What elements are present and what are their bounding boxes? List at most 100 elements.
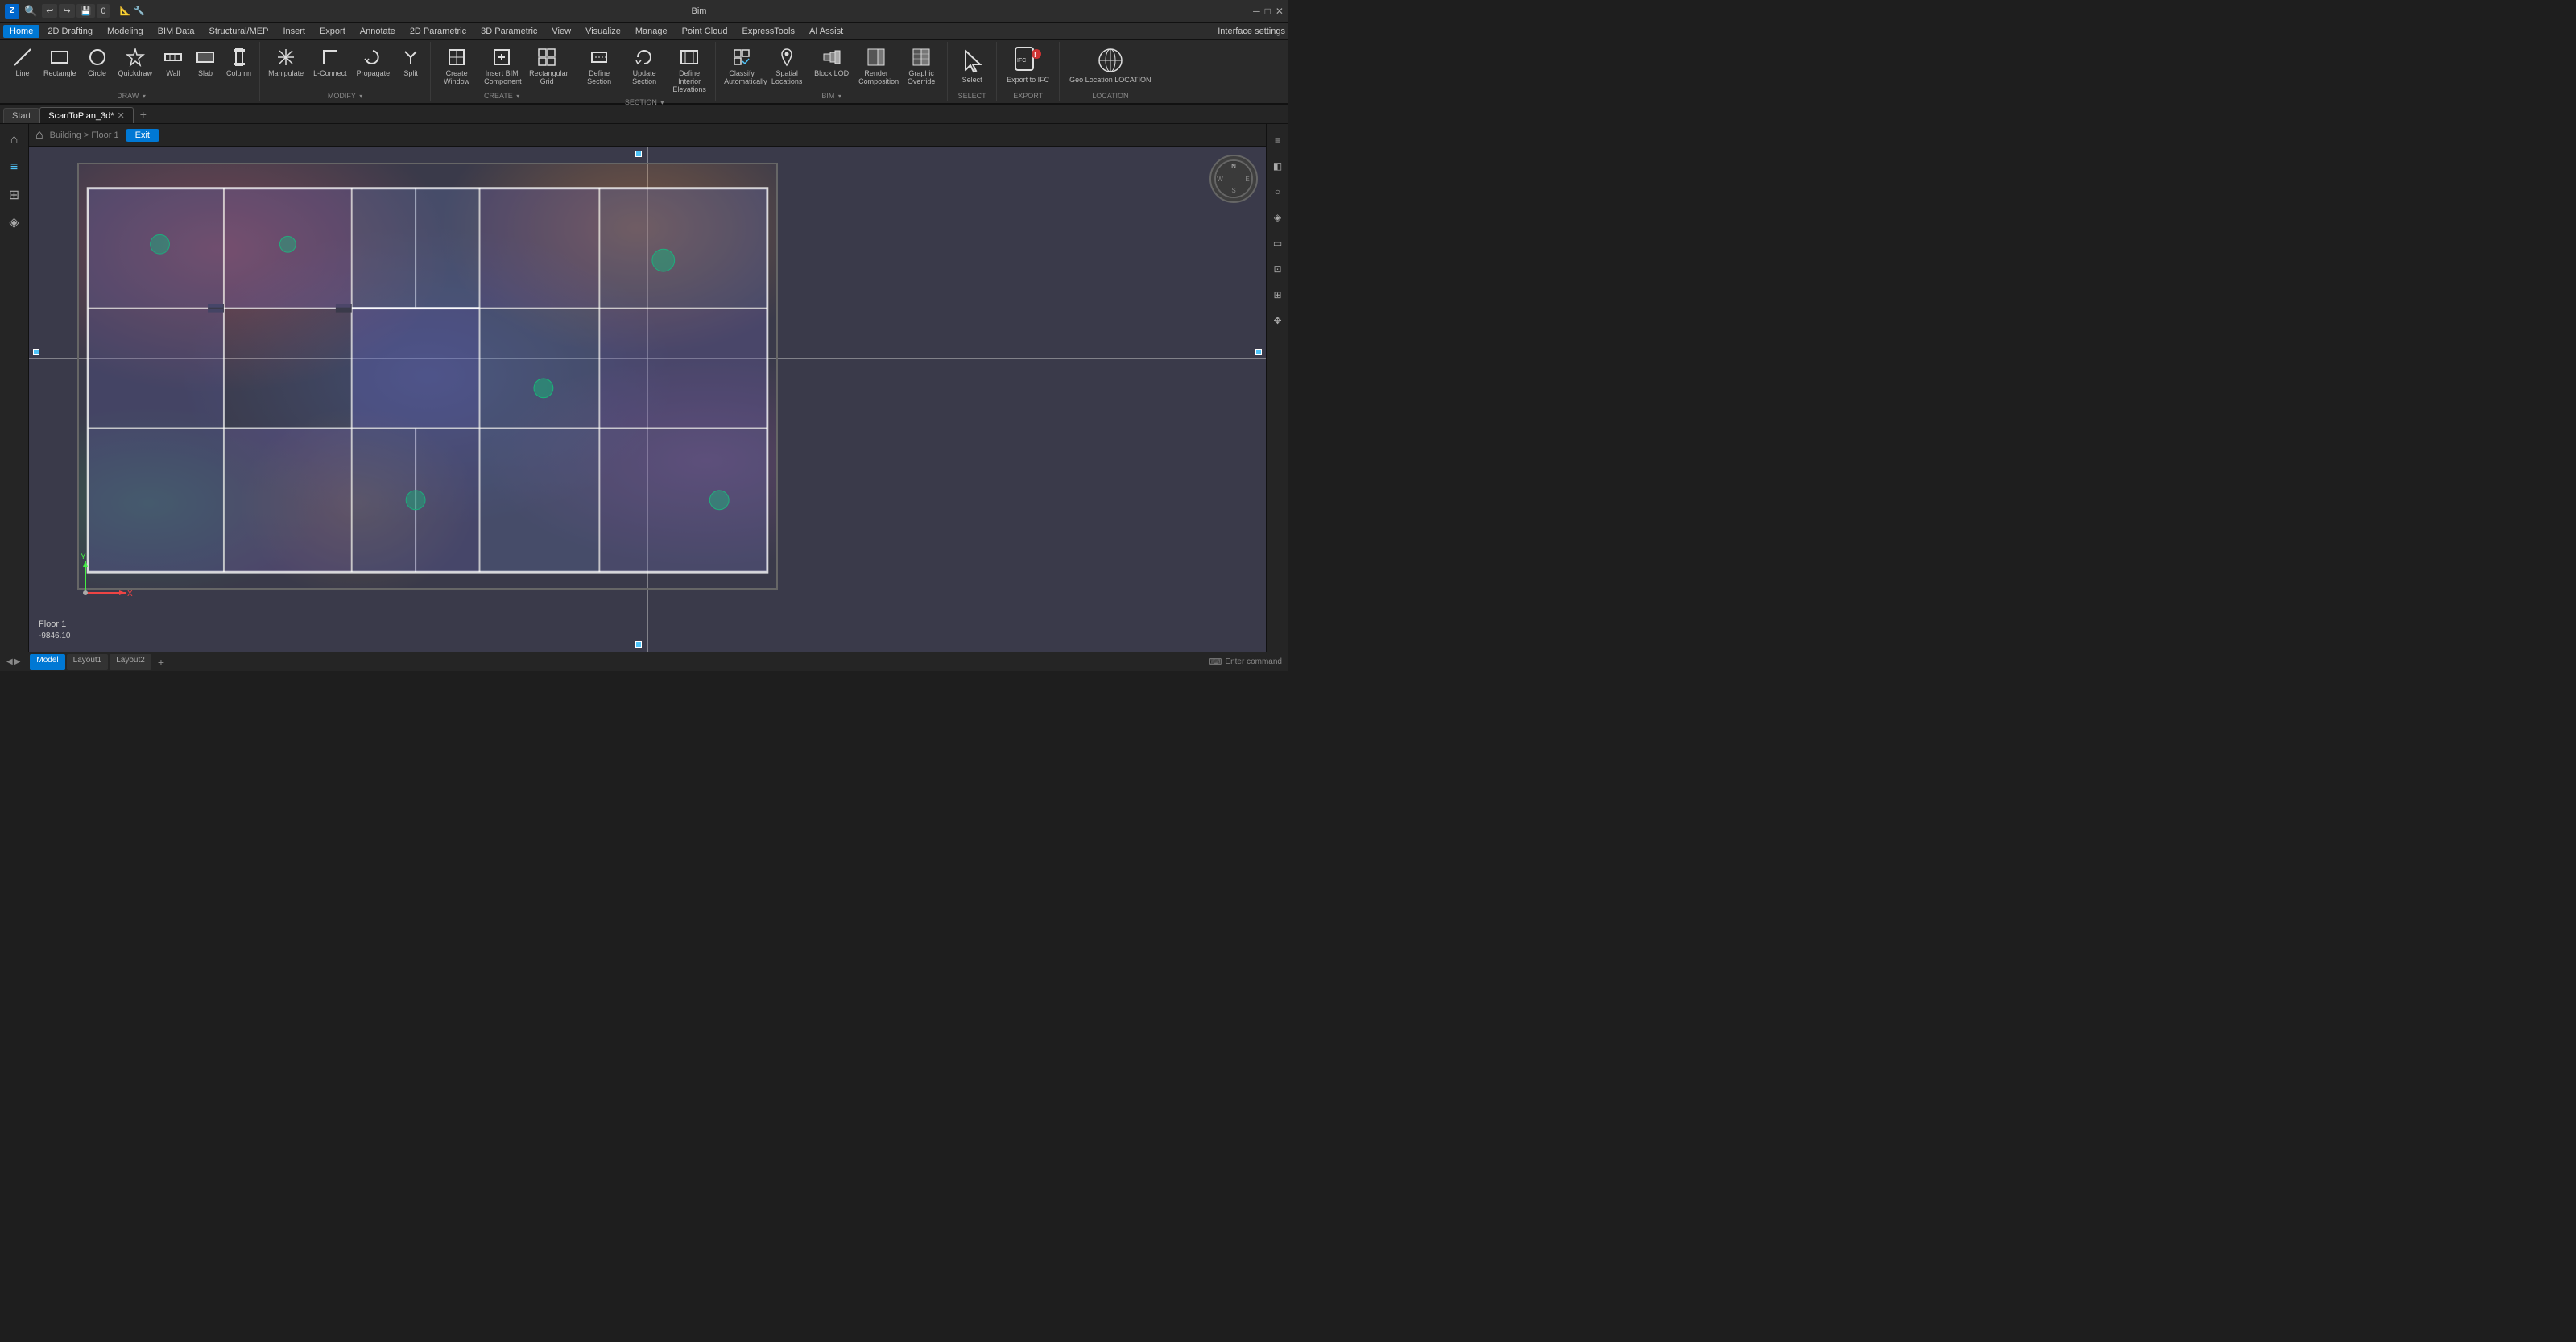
menu-view[interactable]: View bbox=[545, 25, 577, 38]
right-btn-1[interactable]: ≡ bbox=[1267, 129, 1289, 151]
right-btn-8[interactable]: ✥ bbox=[1267, 309, 1289, 332]
tab-model[interactable]: Model bbox=[30, 654, 64, 670]
menu-manage[interactable]: Manage bbox=[629, 25, 674, 38]
tool-insert-bim[interactable]: Insert BIM Component bbox=[481, 43, 523, 89]
classify-auto-label: Classify Automatically bbox=[724, 70, 759, 86]
define-section-icon bbox=[588, 46, 610, 68]
tool-propagate[interactable]: Propagate bbox=[354, 43, 394, 81]
tab-add-button[interactable]: + bbox=[134, 106, 153, 123]
tab-layout2[interactable]: Layout2 bbox=[110, 654, 151, 670]
menu-visualize[interactable]: Visualize bbox=[579, 25, 627, 38]
modify-dropdown-arrow[interactable]: ▾ bbox=[359, 93, 362, 100]
tool-wall[interactable]: Wall bbox=[159, 43, 188, 81]
tool-lconnect[interactable]: L-Connect bbox=[310, 43, 350, 81]
menu-2d-parametric[interactable]: 2D Parametric bbox=[403, 25, 473, 38]
create-dropdown-arrow[interactable]: ▾ bbox=[516, 93, 519, 100]
right-sidebar: ≡ ◧ ○ ◈ ▭ ⊡ ⊞ ✥ bbox=[1266, 124, 1288, 652]
extra-icon-1[interactable]: 📐 bbox=[119, 6, 130, 16]
section-dropdown-arrow[interactable]: ▾ bbox=[660, 99, 664, 106]
tool-column[interactable]: Column bbox=[223, 43, 254, 81]
right-btn-5[interactable]: ▭ bbox=[1267, 232, 1289, 255]
exit-button[interactable]: Exit bbox=[126, 129, 159, 142]
tab-start[interactable]: Start bbox=[3, 108, 39, 123]
tool-graphic-override[interactable]: Graphic Override bbox=[900, 43, 942, 89]
menu-point-cloud[interactable]: Point Cloud bbox=[676, 25, 734, 38]
tool-line[interactable]: Line bbox=[8, 43, 37, 81]
sidebar-properties-btn[interactable]: ◈ bbox=[3, 211, 26, 234]
quickdraw-label: Quickdraw bbox=[118, 70, 153, 78]
tool-export-ifc[interactable]: ! IFC Export to IFC bbox=[1002, 43, 1054, 87]
svg-text:!: ! bbox=[1034, 52, 1036, 59]
section-tools: Define Section Update Section Define Int… bbox=[578, 43, 710, 97]
maximize-button[interactable]: □ bbox=[1265, 6, 1271, 17]
tool-classify-auto[interactable]: Classify Automatically bbox=[721, 43, 763, 89]
menu-3d-parametric[interactable]: 3D Parametric bbox=[474, 25, 544, 38]
redo-button[interactable]: ↪ bbox=[59, 4, 74, 18]
tool-define-interior[interactable]: Define Interior Elevations bbox=[668, 43, 710, 97]
undo-button[interactable]: ↩ bbox=[42, 4, 57, 18]
tool-spatial-locations[interactable]: Spatial Locations bbox=[766, 43, 808, 89]
tool-block-lod[interactable]: Block LOD bbox=[811, 43, 852, 81]
tool-quickdraw[interactable]: Quickdraw bbox=[115, 43, 156, 81]
right-btn-4[interactable]: ◈ bbox=[1267, 206, 1289, 229]
tab-scantoPlan[interactable]: ScanToPlan_3d* ✕ bbox=[39, 107, 134, 123]
split-icon bbox=[399, 46, 422, 68]
grip-right[interactable] bbox=[1255, 349, 1262, 355]
tool-render-composition[interactable]: Render Composition bbox=[855, 43, 897, 89]
right-btn-3[interactable]: ○ bbox=[1267, 180, 1289, 203]
tool-create-window[interactable]: Create Window bbox=[436, 43, 478, 89]
tool-select[interactable]: Select bbox=[953, 43, 991, 87]
right-btn-2[interactable]: ◧ bbox=[1267, 155, 1289, 177]
bim-dropdown-arrow[interactable]: ▾ bbox=[838, 93, 841, 100]
slab-label: Slab bbox=[198, 70, 213, 78]
extra-icon-2[interactable]: 🔧 bbox=[134, 6, 145, 16]
save-button[interactable]: 💾 bbox=[76, 4, 96, 18]
sidebar-layers-btn[interactable]: ≡ bbox=[3, 156, 26, 179]
menu-home[interactable]: Home bbox=[3, 25, 39, 38]
sidebar-home-btn[interactable]: ⌂ bbox=[3, 129, 26, 151]
sidebar-library-btn[interactable]: ⊞ bbox=[3, 184, 26, 206]
right-btn-6[interactable]: ⊡ bbox=[1267, 258, 1289, 280]
search-icon[interactable]: 🔍 bbox=[24, 5, 37, 18]
tabs-bar: Start ScanToPlan_3d* ✕ + bbox=[0, 105, 1288, 124]
minimize-button[interactable]: ─ bbox=[1253, 6, 1260, 17]
grip-bottom[interactable] bbox=[635, 641, 642, 648]
draw-dropdown-arrow[interactable]: ▾ bbox=[143, 93, 146, 100]
tool-manipulate[interactable]: Manipulate bbox=[265, 43, 307, 81]
layout-next-btn[interactable]: ▶ bbox=[14, 657, 21, 666]
menu-express-tools[interactable]: ExpressTools bbox=[736, 25, 801, 38]
menu-modeling[interactable]: Modeling bbox=[101, 25, 150, 38]
grip-top[interactable] bbox=[635, 151, 642, 157]
menu-2d-drafting[interactable]: 2D Drafting bbox=[41, 25, 99, 38]
menu-annotate[interactable]: Annotate bbox=[354, 25, 402, 38]
layout-prev-btn[interactable]: ◀ bbox=[6, 657, 13, 666]
tool-define-section[interactable]: Define Section bbox=[578, 43, 620, 89]
tool-slab[interactable]: Slab bbox=[191, 43, 220, 81]
tab-close-button[interactable]: ✕ bbox=[118, 110, 125, 121]
menu-bim-data[interactable]: BIM Data bbox=[151, 25, 201, 38]
breadcrumb: Building > Floor 1 bbox=[50, 130, 119, 140]
line-label: Line bbox=[15, 70, 29, 78]
breadcrumb-current: Floor 1 bbox=[91, 130, 118, 140]
tab-layout1[interactable]: Layout1 bbox=[67, 654, 109, 670]
grip-left[interactable] bbox=[33, 349, 39, 355]
menu-ai-assist[interactable]: AI Assist bbox=[803, 25, 850, 38]
right-btn-7[interactable]: ⊞ bbox=[1267, 284, 1289, 306]
tool-geo-location[interactable]: Geo Location LOCATION bbox=[1065, 43, 1156, 87]
tool-split[interactable]: Split bbox=[396, 43, 425, 81]
add-layout-btn[interactable]: + bbox=[153, 654, 169, 670]
viewport[interactable]: N S W E Floor 1 -9846.10 bbox=[29, 147, 1266, 652]
compass[interactable]: N S W E bbox=[1209, 155, 1258, 203]
graphic-override-label: Graphic Override bbox=[903, 70, 939, 86]
menu-export[interactable]: Export bbox=[313, 25, 352, 38]
rect-grid-label: Rectangular Grid bbox=[529, 70, 564, 86]
interface-settings[interactable]: Interface settings bbox=[1218, 27, 1285, 36]
close-button[interactable]: ✕ bbox=[1276, 6, 1284, 17]
tool-circle[interactable]: Circle bbox=[83, 43, 112, 81]
tool-rect-grid[interactable]: Rectangular Grid bbox=[526, 43, 568, 89]
tool-rectangle[interactable]: Rectangle bbox=[40, 43, 80, 81]
menu-structural[interactable]: Structural/MEP bbox=[202, 25, 275, 38]
nav-home-icon[interactable]: ⌂ bbox=[35, 128, 43, 143]
menu-insert[interactable]: Insert bbox=[276, 25, 312, 38]
tool-update-section[interactable]: Update Section bbox=[623, 43, 665, 89]
